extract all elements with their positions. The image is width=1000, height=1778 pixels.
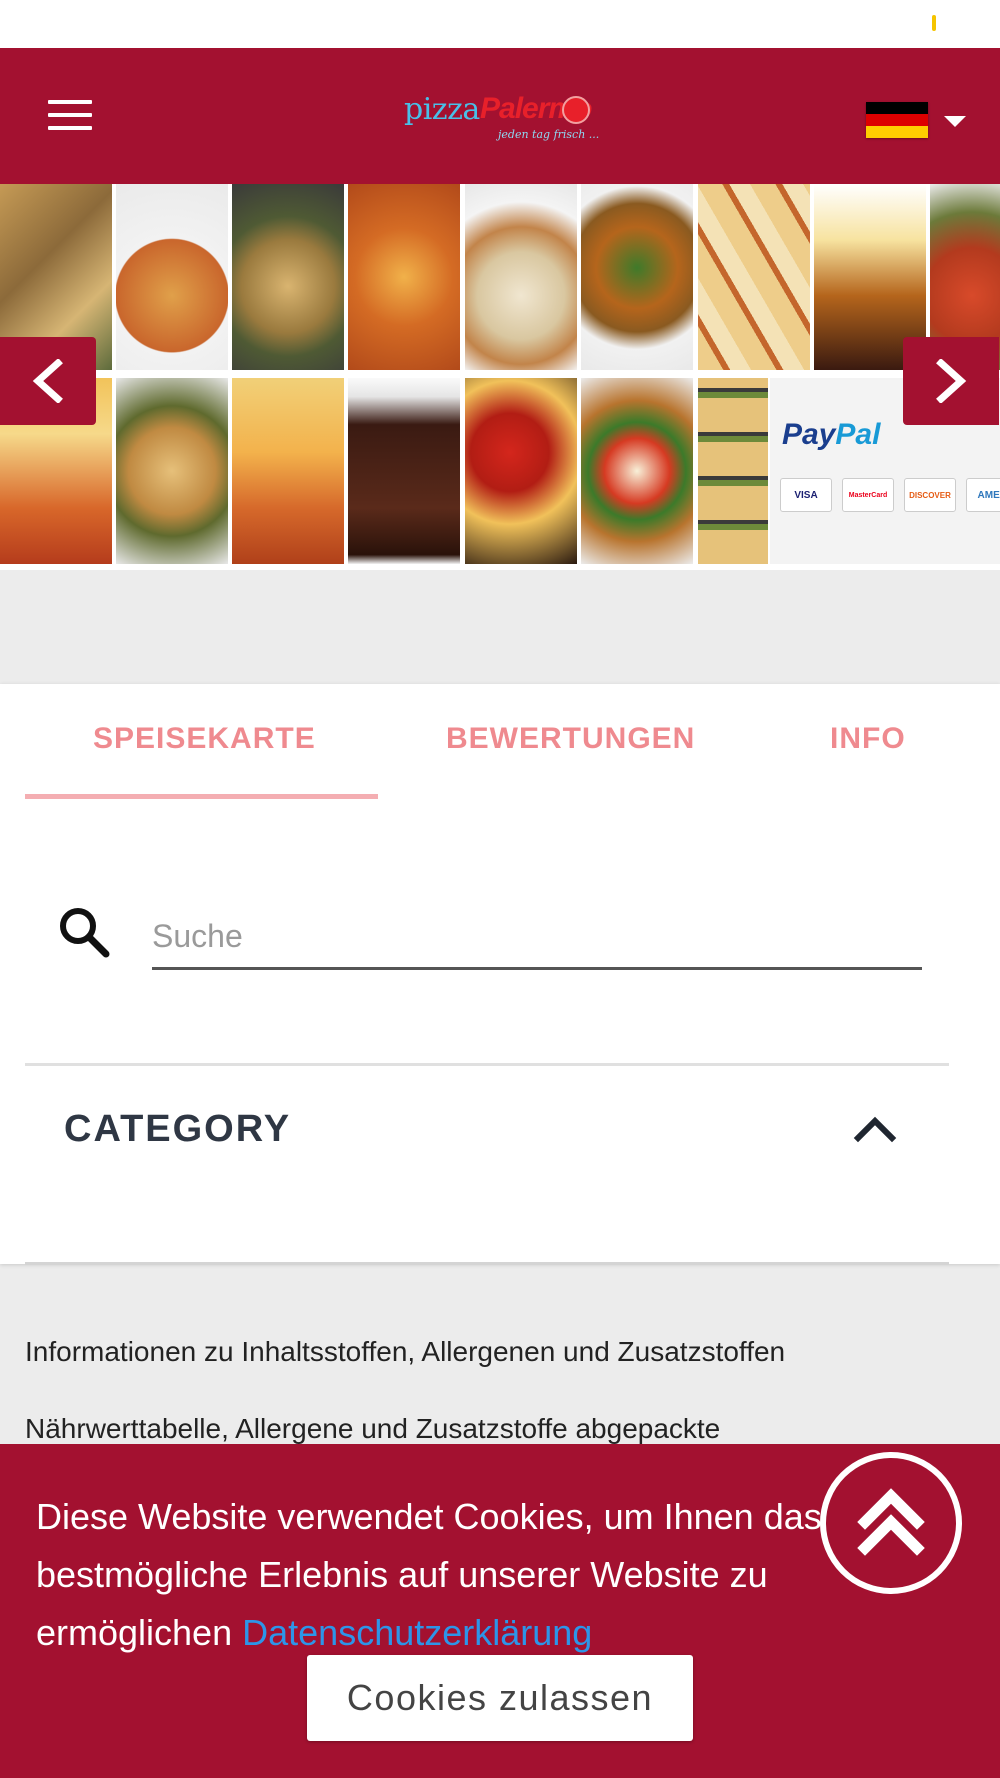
scroll-to-top-button[interactable] [820, 1452, 962, 1594]
language-selector[interactable] [866, 102, 970, 138]
food-banner-carousel: PayPal VISA MasterCard DISCOVER AMEX [0, 184, 1000, 570]
double-chevron-up-icon [857, 1488, 925, 1556]
banner-image-pasta [465, 184, 577, 370]
allergen-info-link[interactable]: Informationen zu Inhaltsstoffen, Allerge… [25, 1336, 785, 1368]
menu-panel: SPEISEKARTE BEWERTUNGEN INFO CATEGORY [0, 684, 1000, 1265]
brand-logo[interactable]: pizza Palermo jeden tag frisch ... [402, 92, 602, 142]
logo-ball-icon [562, 96, 590, 124]
banner-image-cola-glass [348, 378, 460, 564]
amex-card-icon: AMEX [966, 478, 1000, 512]
nutrition-table-link[interactable]: Nährwerttabelle, Allergene und Zusatzsto… [25, 1413, 720, 1445]
banner-image-curry [581, 184, 693, 370]
logo-tagline: jeden tag frisch ... [498, 128, 600, 141]
banner-image-pepperoni [465, 378, 577, 564]
tab-bar: SPEISEKARTE BEWERTUNGEN INFO [0, 684, 1000, 800]
banner-image-garlic-toast [116, 378, 228, 564]
mastercard-icon: MasterCard [842, 478, 894, 512]
divider [25, 1262, 949, 1265]
site-header: pizza Palermo jeden tag frisch ... [0, 48, 1000, 184]
category-heading[interactable]: CATEGORY [64, 1108, 291, 1151]
hamburger-menu-icon[interactable] [48, 100, 96, 134]
status-strip [0, 0, 1000, 48]
status-indicator [932, 15, 936, 31]
banner-image-pizza-slice [116, 184, 228, 370]
search-icon[interactable] [56, 904, 112, 960]
paypal-logo-right: Pal [835, 418, 881, 451]
banner-image-pizza-veggie [232, 184, 344, 370]
divider [25, 1063, 949, 1066]
logo-word-pizza: pizza [404, 92, 480, 127]
privacy-policy-link[interactable]: Datenschutzerklärung [242, 1612, 592, 1653]
paypal-logo: PayPal [782, 418, 880, 452]
chevron-right-icon [936, 359, 967, 403]
tab-bewertungen[interactable]: BEWERTUNGEN [446, 722, 695, 756]
search-input[interactable] [152, 906, 922, 970]
banner-image-garlic-sticks [698, 378, 768, 564]
tab-speisekarte[interactable]: SPEISEKARTE [93, 722, 316, 756]
discover-card-icon: DISCOVER [904, 478, 956, 512]
paypal-logo-left: Pay [782, 418, 836, 451]
banner-image-pizza-pull [232, 378, 344, 564]
visa-card-icon: VISA [780, 478, 832, 512]
chevron-up-icon[interactable] [850, 1104, 900, 1154]
banner-image-margherita [581, 378, 693, 564]
cookie-message: Diese Website verwendet Cookies, um Ihne… [36, 1488, 916, 1662]
active-tab-indicator [25, 794, 378, 799]
carousel-next-button[interactable] [903, 337, 999, 425]
carousel-prev-button[interactable] [0, 337, 96, 425]
tab-info[interactable]: INFO [830, 722, 906, 756]
banner-image-pizza-triangles [698, 184, 810, 370]
chevron-left-icon [32, 359, 63, 403]
accept-cookies-button[interactable]: Cookies zulassen [307, 1655, 693, 1741]
caret-down-icon [944, 116, 966, 127]
german-flag-icon [866, 102, 928, 138]
banner-image-pizza-bacon [348, 184, 460, 370]
